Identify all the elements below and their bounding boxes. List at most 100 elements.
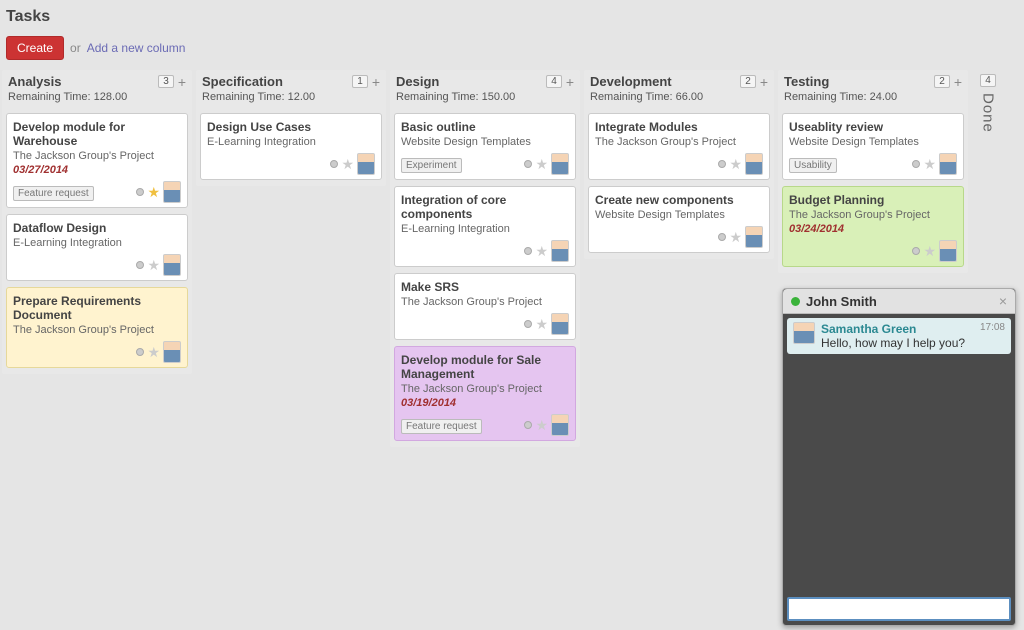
column-title: Testing [784,74,829,89]
status-online-icon [791,297,800,306]
status-dot-icon[interactable] [718,233,726,241]
card-project: The Jackson Group's Project [13,150,181,162]
chat-message: Samantha Green Hello, how may I help you… [787,318,1011,354]
column-remaining: Remaining Time: 128.00 [2,91,192,109]
card-tag: Feature request [401,419,482,434]
star-icon[interactable]: ★ [535,157,548,171]
or-text: or [70,41,81,55]
avatar[interactable] [551,240,569,262]
star-icon[interactable]: ★ [729,230,742,244]
card-project: E-Learning Integration [13,237,181,249]
task-card[interactable]: Create new components Website Design Temp… [588,186,770,253]
card-title: Prepare Requirements Document [13,294,181,322]
star-icon[interactable]: ★ [535,418,548,432]
card-date: 03/27/2014 [13,164,181,176]
status-dot-icon[interactable] [524,247,532,255]
column-count-badge: 3 [158,75,174,88]
card-project: The Jackson Group's Project [595,136,763,148]
status-dot-icon[interactable] [330,160,338,168]
plus-icon[interactable]: + [372,75,380,89]
card-title: Integration of core components [401,193,569,221]
avatar [793,322,815,344]
card-project: Website Design Templates [595,209,763,221]
task-card[interactable]: Make SRSThe Jackson Group's Project★ [394,273,576,340]
column-title: Design [396,74,439,89]
status-dot-icon[interactable] [136,261,144,269]
plus-icon[interactable]: + [566,75,574,89]
status-dot-icon[interactable] [912,247,920,255]
task-card[interactable]: Develop module for Sale ManagementThe Ja… [394,346,576,441]
task-card[interactable]: Design Use CasesE-Learning Integration★ [200,113,382,180]
card-title: Design Use Cases [207,120,375,134]
close-icon[interactable]: × [999,293,1007,309]
card-title: Make SRS [401,280,569,294]
card-date: 03/24/2014 [789,223,957,235]
status-dot-icon[interactable] [136,348,144,356]
task-card[interactable]: Useablity reviewWebsite Design Templates… [782,113,964,180]
task-card[interactable]: Dataflow Design E-Learning Integration ★ [6,214,188,281]
plus-icon[interactable]: + [178,75,186,89]
plus-icon[interactable]: + [954,75,962,89]
avatar[interactable] [745,153,763,175]
task-card[interactable]: Prepare Requirements DocumentThe Jackson… [6,287,188,368]
card-project: Website Design Templates [401,136,569,148]
card-title: Basic outline [401,120,569,134]
card-title: Create new components [595,193,763,207]
avatar[interactable] [551,313,569,335]
status-dot-icon[interactable] [524,421,532,429]
star-icon[interactable]: ★ [147,345,160,359]
status-dot-icon[interactable] [524,160,532,168]
plus-icon[interactable]: + [760,75,768,89]
star-icon[interactable]: ★ [147,185,160,199]
column-specification: Specification1+Remaining Time: 12.00Desi… [196,70,386,186]
card-title: Budget Planning [789,193,957,207]
card-tag: Usability [789,158,837,173]
status-dot-icon[interactable] [136,188,144,196]
star-icon[interactable]: ★ [729,157,742,171]
star-icon[interactable]: ★ [147,258,160,272]
task-card[interactable]: Develop module for Warehouse The Jackson … [6,113,188,208]
column-done[interactable]: 4Done [972,70,1004,133]
column-remaining: Remaining Time: 66.00 [584,91,774,109]
column-development: Development2+Remaining Time: 66.00Integr… [584,70,774,259]
column-analysis: Analysis3+Remaining Time: 128.00Develop … [2,70,192,374]
status-dot-icon[interactable] [524,320,532,328]
status-dot-icon[interactable] [912,160,920,168]
avatar[interactable] [551,414,569,436]
task-card[interactable]: Budget PlanningThe Jackson Group's Proje… [782,186,964,267]
chat-popup: John Smith × Samantha Green Hello, how m… [782,288,1016,626]
chat-title: John Smith [806,294,877,309]
add-column-link[interactable]: Add a new column [87,41,186,55]
star-icon[interactable]: ★ [341,157,354,171]
star-icon[interactable]: ★ [535,244,548,258]
column-remaining: Remaining Time: 12.00 [196,91,386,109]
avatar[interactable] [939,153,957,175]
avatar[interactable] [939,240,957,262]
column-design: Design4+Remaining Time: 150.00Basic outl… [390,70,580,447]
card-project: The Jackson Group's Project [401,383,569,395]
star-icon[interactable]: ★ [923,157,936,171]
create-button[interactable]: Create [6,36,64,60]
status-dot-icon[interactable] [718,160,726,168]
column-count-badge: 2 [934,75,950,88]
avatar[interactable] [745,226,763,248]
chat-header[interactable]: John Smith × [783,289,1015,314]
star-icon[interactable]: ★ [535,317,548,331]
card-title: Integrate Modules [595,120,763,134]
chat-time: 17:08 [980,322,1005,333]
chat-input[interactable] [787,597,1011,621]
avatar[interactable] [163,181,181,203]
card-title: Dataflow Design [13,221,181,235]
avatar[interactable] [163,341,181,363]
star-icon[interactable]: ★ [923,244,936,258]
avatar[interactable] [163,254,181,276]
task-card[interactable]: Basic outlineWebsite Design TemplatesExp… [394,113,576,180]
card-title: Develop module for Warehouse [13,120,181,148]
avatar[interactable] [357,153,375,175]
column-remaining: Remaining Time: 24.00 [778,91,968,109]
column-count-badge: 4 [546,75,562,88]
task-card[interactable]: Integration of core componentsE-Learning… [394,186,576,267]
task-card[interactable]: Integrate Modules The Jackson Group's Pro… [588,113,770,180]
avatar[interactable] [551,153,569,175]
toolbar: Create or Add a new column [0,32,1024,70]
